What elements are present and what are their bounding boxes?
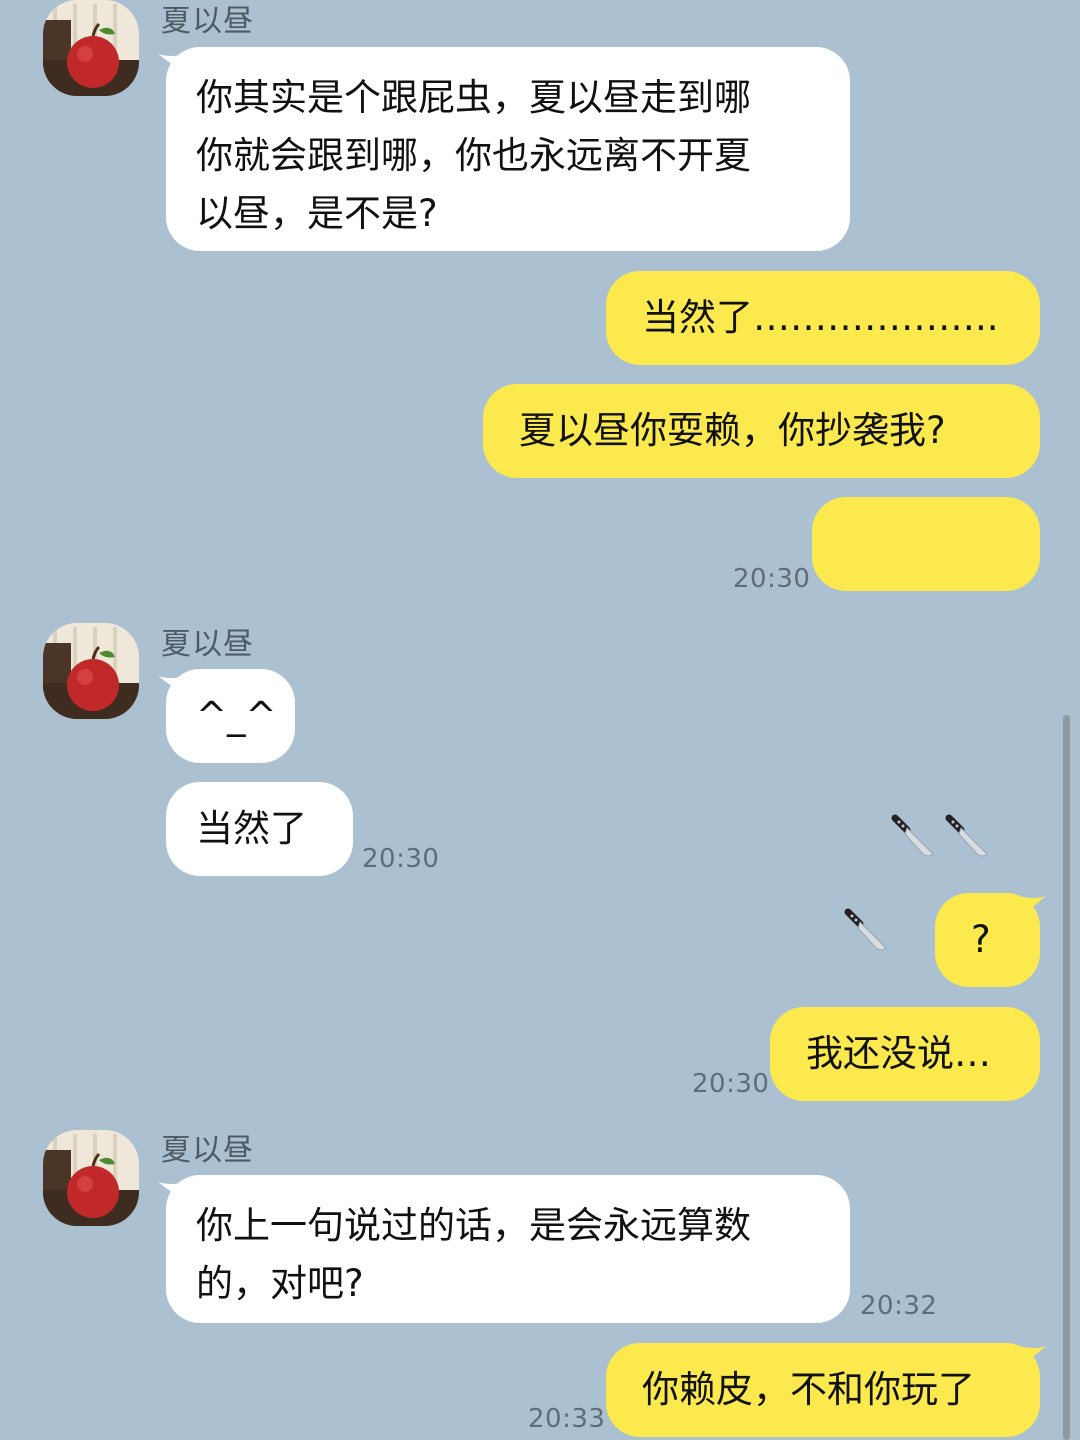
message-bubble-incoming[interactable]: 当然了 — [166, 782, 353, 876]
message-bubble-incoming[interactable]: 你其实是个跟屁虫，夏以昼走到哪 你就会跟到哪，你也永远离不开夏 以昼，是不是? — [166, 47, 850, 251]
contact-avatar[interactable] — [43, 1130, 139, 1226]
message-bubble-incoming[interactable]: 你上一句说过的话，是会永远算数 的，对吧? — [166, 1175, 850, 1323]
message-timestamp: 20:30 — [733, 564, 811, 594]
message-bubble-incoming[interactable]: ^_^ — [166, 669, 295, 763]
knife-icon — [842, 709, 892, 950]
message-timestamp: 20:30 — [692, 1069, 770, 1099]
message-timestamp: 20:30 — [362, 844, 440, 874]
scrollbar[interactable] — [1063, 715, 1070, 1440]
knife-icon — [943, 615, 993, 856]
contact-name: 夏以昼 — [161, 627, 254, 662]
message-bubble-outgoing[interactable]: ? — [935, 893, 1040, 987]
knife-icon — [889, 615, 939, 856]
message-bubble-outgoing[interactable] — [812, 497, 1040, 950]
chat-history: 夏以昼 你其实是个跟屁虫，夏以昼走到哪 你就会跟到哪，你也永远离不开夏 以昼，是… — [0, 0, 1080, 1440]
message-timestamp: 20:32 — [860, 1291, 938, 1321]
message-bubble-outgoing[interactable]: 夏以昼你耍赖，你抄袭我? — [483, 384, 1040, 478]
message-timestamp: 20:33 — [528, 1404, 606, 1434]
contact-avatar[interactable] — [43, 623, 139, 719]
message-bubble-outgoing[interactable]: 你赖皮，不和你玩了 — [606, 1343, 1040, 1437]
contact-name: 夏以昼 — [161, 1133, 254, 1168]
contact-name: 夏以昼 — [161, 4, 254, 39]
contact-avatar[interactable] — [43, 0, 139, 96]
message-bubble-outgoing[interactable]: 当然了……………….. — [606, 271, 1040, 365]
message-bubble-outgoing[interactable]: 我还没说… — [770, 1007, 1040, 1101]
